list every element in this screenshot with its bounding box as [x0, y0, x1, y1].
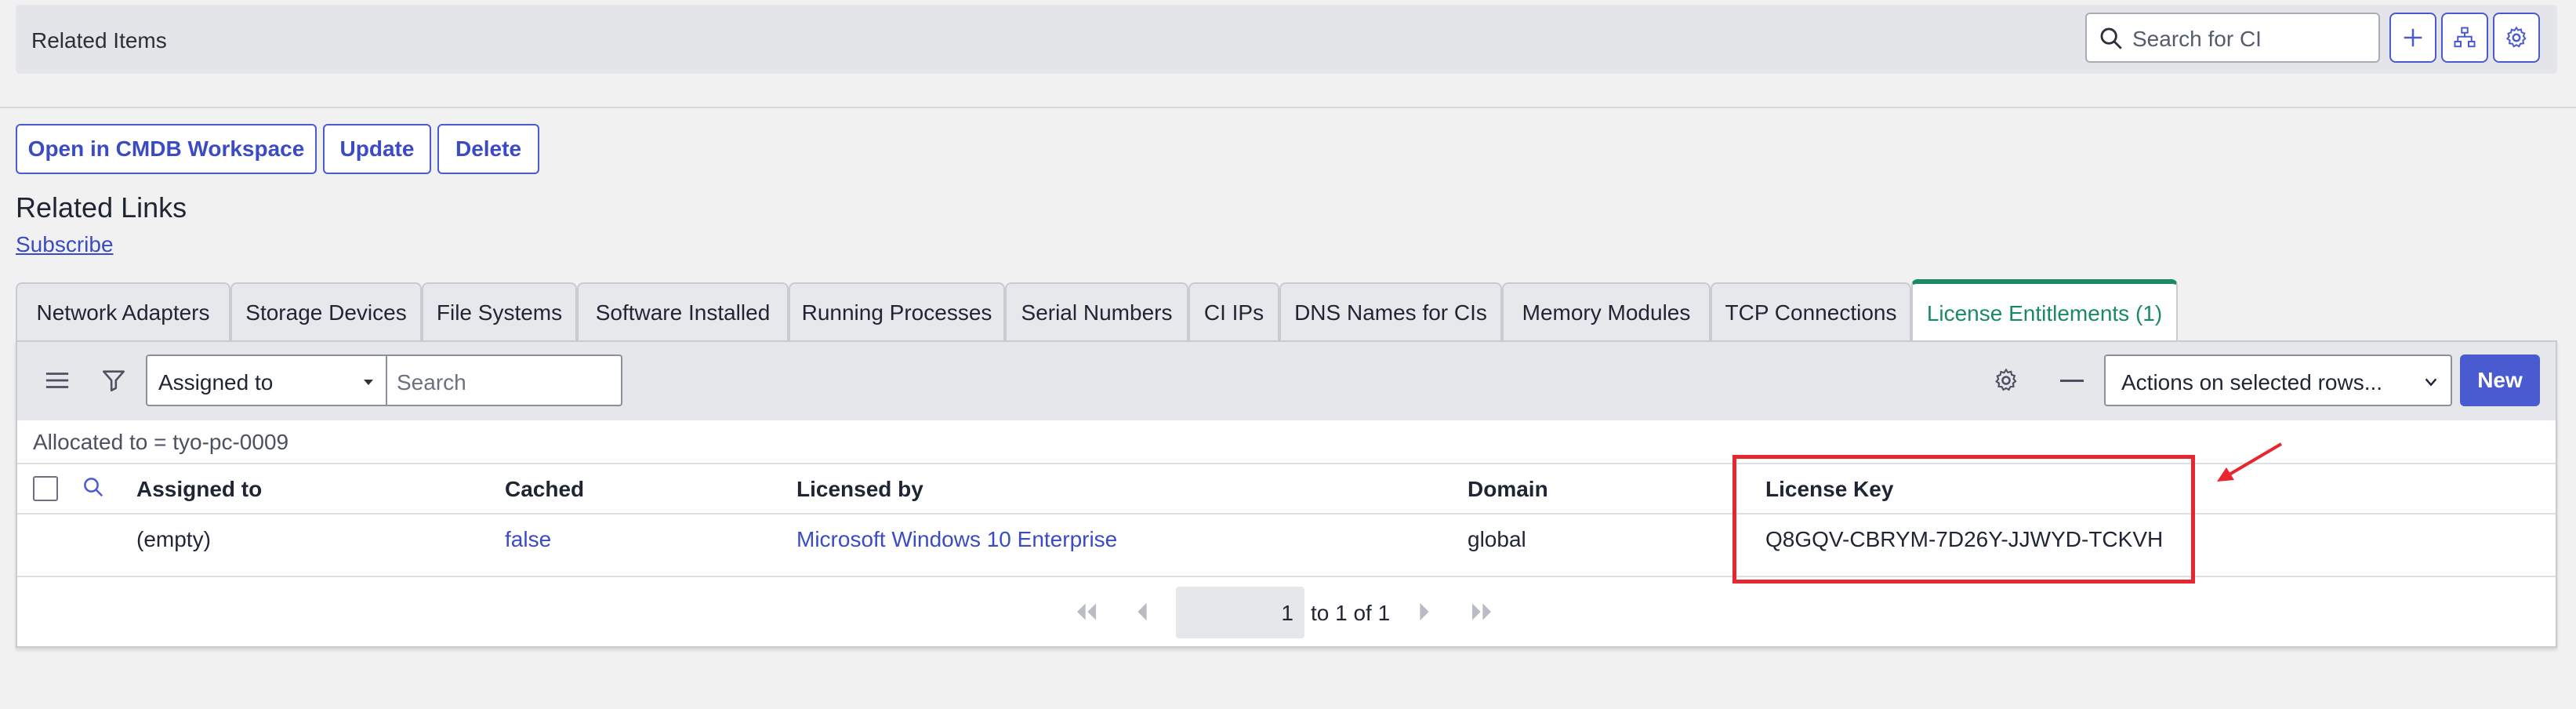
section-divider [0, 107, 2576, 108]
column-header-cached[interactable]: Cached [505, 477, 584, 502]
ci-search-input[interactable]: Search for CI [2085, 13, 2380, 63]
tab-storage-devices[interactable]: Storage Devices [230, 282, 422, 342]
ci-search-placeholder: Search for CI [2132, 27, 2262, 51]
tab-serial-numbers[interactable]: Serial Numbers [1005, 282, 1188, 342]
annotation-arrow [2217, 442, 2283, 482]
tab-running-processes[interactable]: Running Processes [789, 282, 1005, 342]
search-field-select[interactable]: Assigned to [146, 354, 387, 406]
new-button[interactable]: New [2460, 354, 2540, 406]
related-items-title: Related Items [31, 28, 167, 53]
page-range-text: to 1 of 1 [1311, 601, 1391, 625]
column-header-licensed-by[interactable]: Licensed by [796, 477, 923, 502]
column-header-assigned-to[interactable]: Assigned to [136, 477, 262, 502]
hierarchy-icon [2454, 27, 2476, 48]
subscribe-link[interactable]: Subscribe [16, 232, 114, 257]
tab-tcp-connections[interactable]: TCP Connections [1711, 282, 1911, 342]
column-header-domain[interactable]: Domain [1468, 477, 1548, 502]
list-search-input[interactable]: Search [386, 354, 622, 406]
collapse-icon[interactable] [2060, 380, 2084, 382]
list-settings-icon[interactable] [1993, 367, 2019, 394]
previous-page-icon[interactable] [1135, 601, 1149, 623]
license-key-highlight-box [1732, 455, 2195, 584]
delete-button[interactable]: Delete [437, 124, 539, 174]
page-number-input[interactable]: 1 [1176, 587, 1304, 638]
settings-button[interactable] [2493, 13, 2540, 63]
cell-cached[interactable]: false [505, 527, 551, 552]
tab-license-entitlements[interactable]: License Entitlements (1) [1911, 279, 2178, 344]
open-cmdb-workspace-button[interactable]: Open in CMDB Workspace [16, 124, 317, 174]
filter-icon[interactable] [100, 365, 127, 395]
cell-licensed-by[interactable]: Microsoft Windows 10 Enterprise [796, 527, 1117, 552]
tab-file-systems[interactable]: File Systems [422, 282, 577, 342]
filter-breadcrumb[interactable]: Allocated to = tyo-pc-0009 [33, 430, 288, 455]
gear-icon [2505, 26, 2527, 48]
add-button[interactable] [2389, 13, 2436, 63]
next-page-icon[interactable] [1417, 601, 1431, 623]
caret-down-icon [364, 380, 373, 385]
related-links-title: Related Links [16, 191, 187, 224]
column-search-icon[interactable] [82, 475, 105, 499]
list-menu-icon[interactable] [44, 369, 71, 392]
actions-select-value: Actions on selected rows... [2121, 370, 2383, 394]
plus-icon [2404, 28, 2422, 47]
tab-ci-ips[interactable]: CI IPs [1188, 282, 1279, 342]
page-number-value: 1 [1281, 601, 1293, 625]
tab-memory-modules[interactable]: Memory Modules [1502, 282, 1711, 342]
actions-select[interactable]: Actions on selected rows... [2104, 354, 2452, 406]
tab-software-installed[interactable]: Software Installed [577, 282, 789, 342]
last-page-icon[interactable] [1469, 601, 1494, 623]
tab-network-adapters[interactable]: Network Adapters [16, 282, 230, 342]
cell-domain: global [1468, 527, 1526, 551]
hierarchy-button[interactable] [2441, 13, 2488, 63]
select-all-checkbox[interactable] [33, 476, 58, 501]
first-page-icon[interactable] [1074, 601, 1099, 623]
list-search-placeholder: Search [397, 370, 466, 394]
cell-assigned-to: (empty) [136, 527, 211, 551]
chevron-down-icon [2425, 378, 2437, 387]
search-field-value: Assigned to [158, 370, 274, 394]
update-button[interactable]: Update [323, 124, 431, 174]
search-icon [2100, 27, 2122, 49]
tab-dns-names[interactable]: DNS Names for CIs [1279, 282, 1502, 342]
